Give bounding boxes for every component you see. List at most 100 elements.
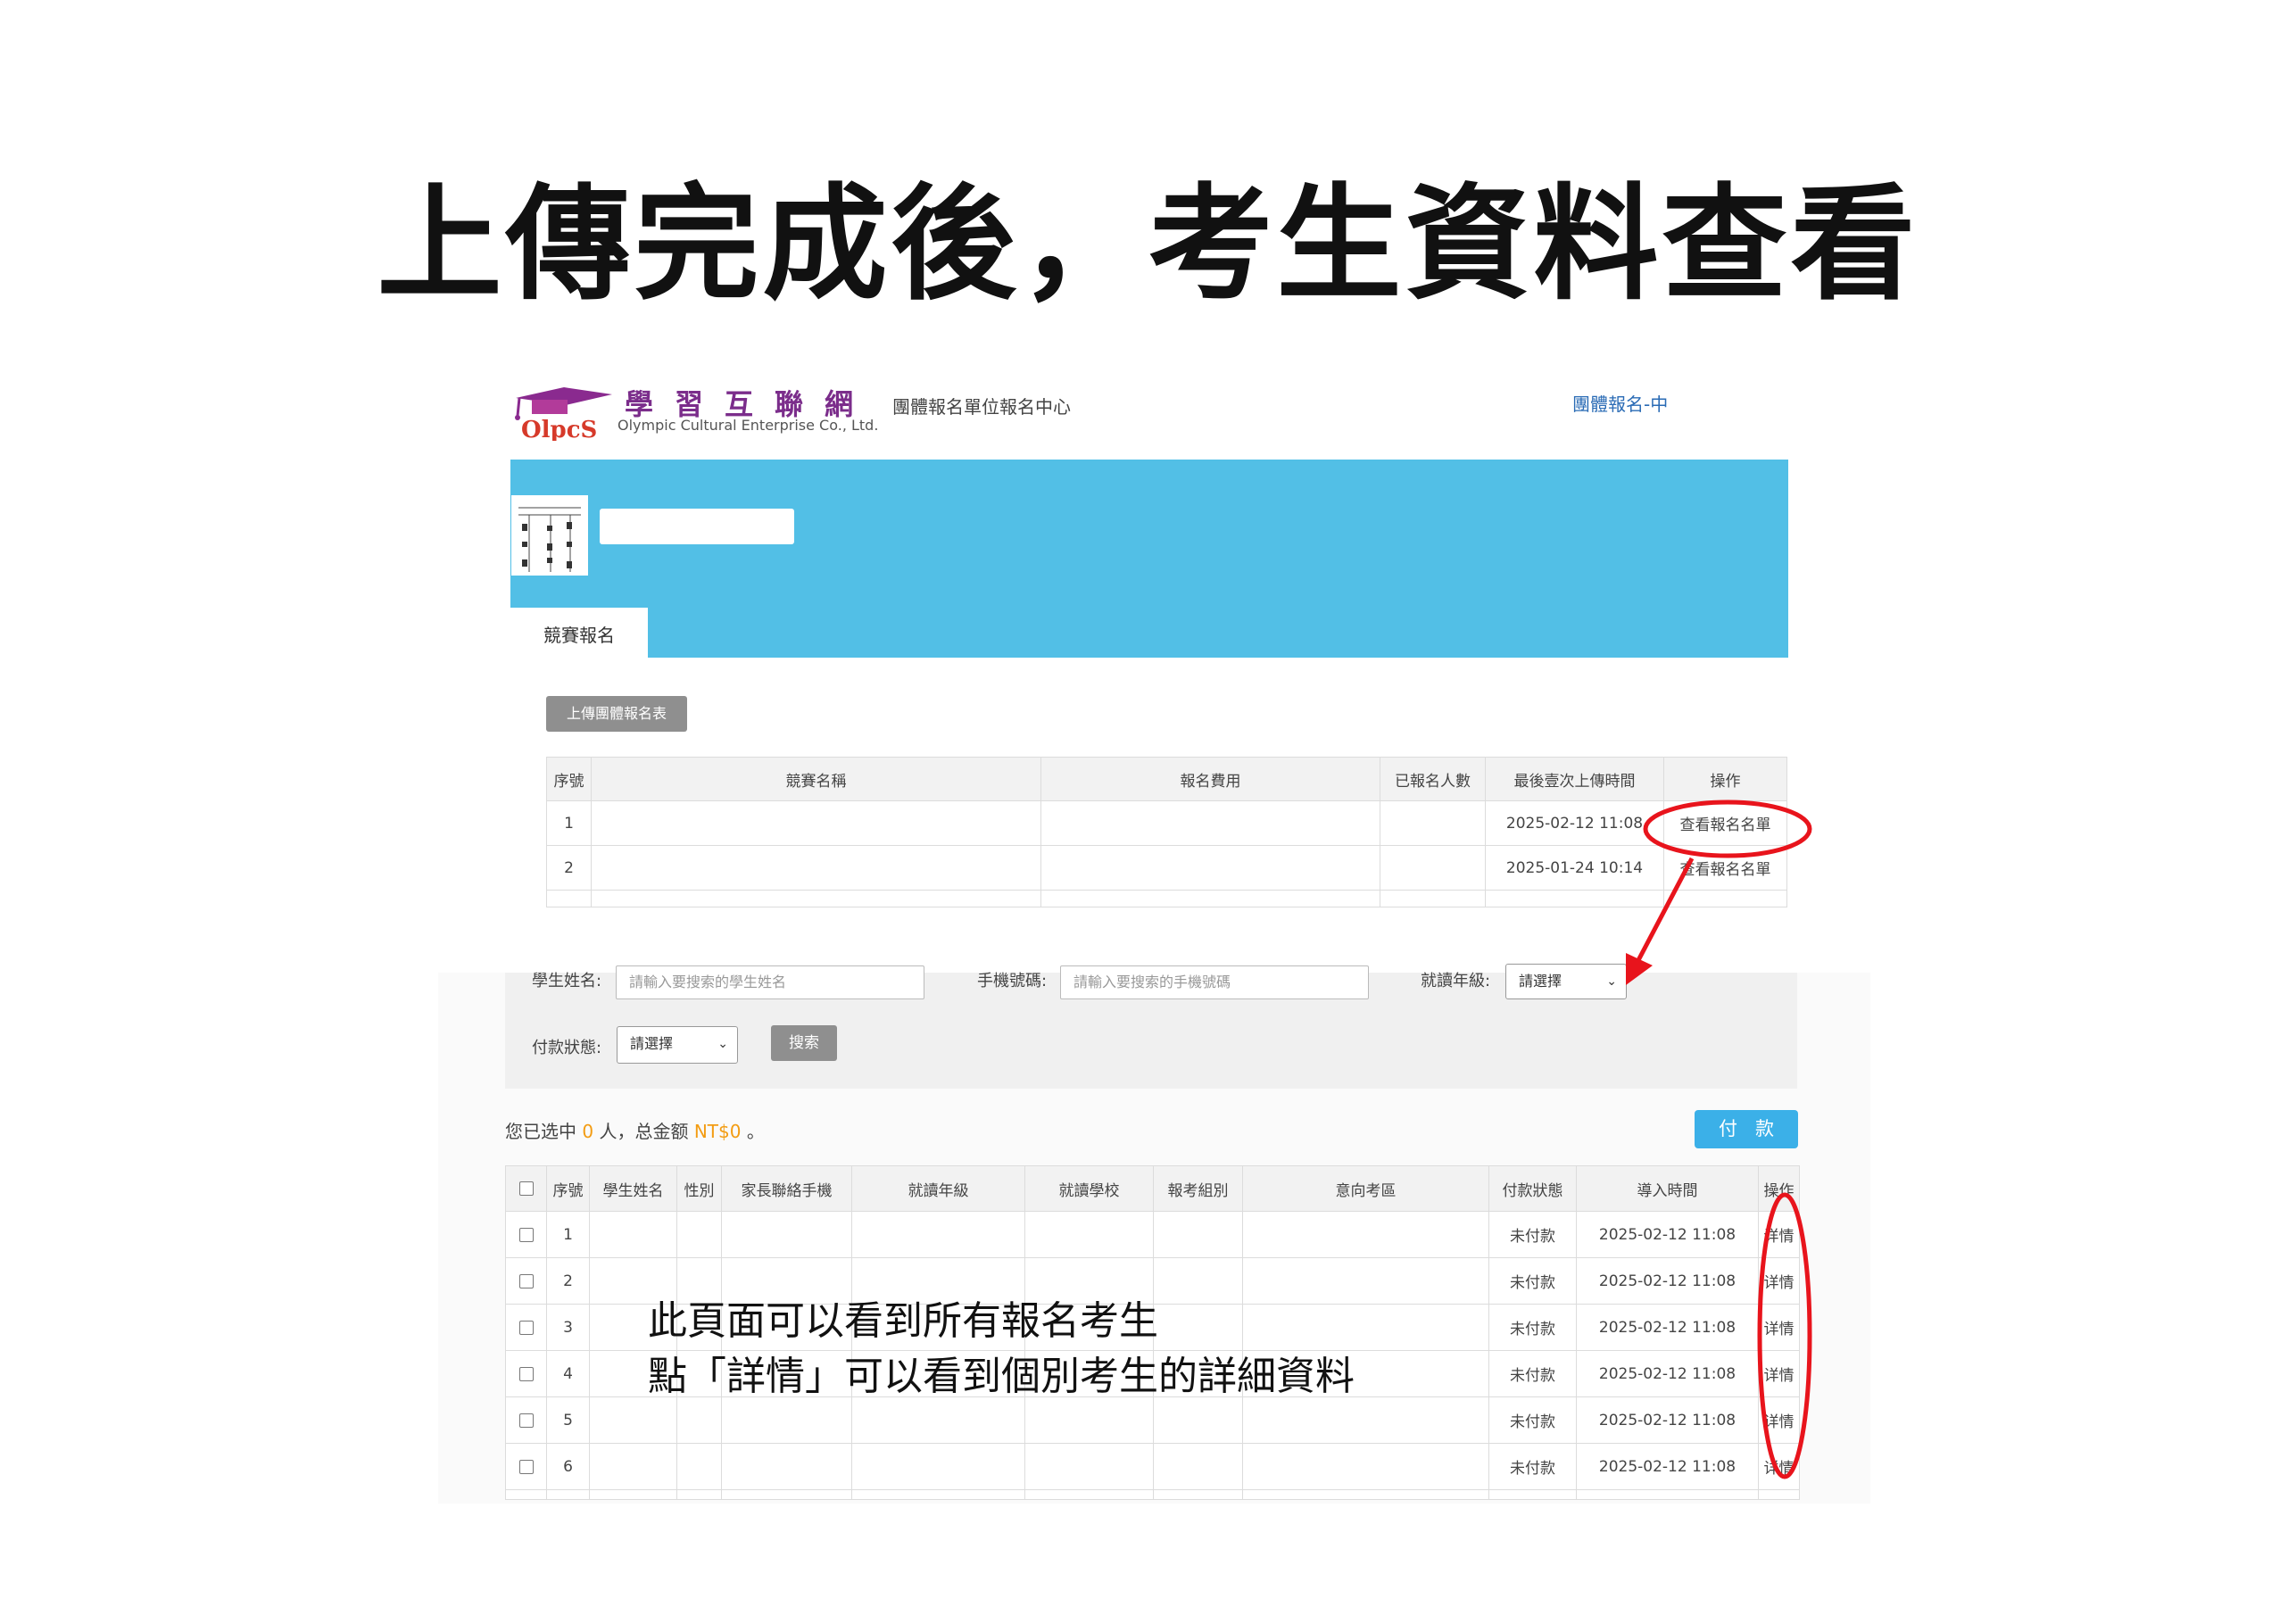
column-header: 操作 [1663, 757, 1787, 801]
import-time-cell: 2025-02-12 11:08 [1576, 1396, 1759, 1444]
student-name-input[interactable]: 請輸入要搜索的學生姓名 [616, 965, 924, 999]
grade-select-value: 請選擇 [1519, 973, 1562, 990]
profile-banner [510, 460, 1788, 658]
import-time-cell: 2025-02-12 11:08 [1576, 1350, 1759, 1397]
table-row-partial [505, 1489, 1800, 1500]
row-checkbox[interactable] [505, 1211, 547, 1258]
profile-thumbnail [511, 495, 588, 576]
column-header: 家長聯絡手機 [721, 1165, 852, 1212]
row-index: 1 [546, 800, 592, 846]
payment-status-cell: 未付款 [1488, 1396, 1577, 1444]
blank-cell [1242, 1443, 1489, 1490]
payment-status-cell: 未付款 [1488, 1304, 1577, 1351]
payment-status-cell: 未付款 [1488, 1211, 1577, 1258]
column-header: 導入時間 [1576, 1165, 1759, 1212]
grade-select[interactable]: 請選擇 ⌄ [1505, 964, 1627, 999]
checkbox-icon [518, 1181, 534, 1196]
column-header: 序號 [546, 1165, 590, 1212]
pay-button[interactable]: 付款 [1695, 1110, 1798, 1148]
blank-cell [851, 1443, 1025, 1490]
screenshot-crop-edge [500, 907, 1803, 934]
details-link[interactable]: 详情 [1758, 1257, 1800, 1305]
column-header: 學生姓名 [589, 1165, 677, 1212]
row-checkbox[interactable] [505, 1304, 547, 1351]
view-list-link[interactable]: 查看報名名單 [1663, 800, 1787, 846]
column-header: 報名費用 [1040, 757, 1380, 801]
column-header: 性別 [676, 1165, 722, 1212]
column-header: 付款狀態 [1488, 1165, 1577, 1212]
table-row: 6 未付款 2025-02-12 11:08 详情 [505, 1443, 1800, 1490]
select-all-checkbox[interactable] [505, 1165, 547, 1212]
account-link[interactable]: 團體報名-中 [1572, 390, 1668, 416]
row-index: 1 [546, 1211, 590, 1258]
phone-label: 手機號碼: [977, 972, 1048, 990]
profile-name-box [600, 509, 794, 544]
payment-status-cell: 未付款 [1488, 1443, 1577, 1490]
note-line-1: 此頁面可以看到所有報名考生 [648, 1298, 1158, 1344]
row-checkbox[interactable] [505, 1443, 547, 1490]
column-header: 最後壹次上傳時間 [1485, 757, 1664, 801]
row-checkbox[interactable] [505, 1396, 547, 1444]
last-upload-cell: 2025-01-24 10:14 [1485, 845, 1664, 891]
fee-cell [1040, 845, 1380, 891]
checkbox-icon [518, 1227, 534, 1242]
count-cell [1380, 845, 1486, 891]
details-link[interactable]: 详情 [1758, 1396, 1800, 1444]
details-link[interactable]: 详情 [1758, 1304, 1800, 1351]
portal-subtitle: 團體報名單位報名中心 [892, 396, 1071, 418]
blank-cell [1153, 1443, 1243, 1490]
screenshot-crop-edge [428, 1504, 1883, 1540]
row-index: 2 [546, 1257, 590, 1305]
payment-status-cell: 未付款 [1488, 1257, 1577, 1305]
import-time-cell: 2025-02-12 11:08 [1576, 1304, 1759, 1351]
import-time-cell: 2025-02-12 11:08 [1576, 1257, 1759, 1305]
blank-cell [1153, 1211, 1243, 1258]
blank-cell [589, 1443, 677, 1490]
logo-icon: OlpcS [515, 387, 612, 441]
checkbox-icon [518, 1459, 534, 1474]
search-button[interactable]: 搜索 [771, 1025, 837, 1061]
details-link[interactable]: 详情 [1758, 1211, 1800, 1258]
summary-suffix: 。 [746, 1121, 765, 1142]
checkbox-icon [518, 1273, 534, 1288]
blank-cell [676, 1211, 722, 1258]
row-index: 6 [546, 1443, 590, 1490]
row-index: 2 [546, 845, 592, 891]
student-name-label: 學生姓名: [532, 972, 602, 990]
fee-cell [1040, 800, 1380, 846]
logo-text: OlpcS [521, 417, 597, 441]
blank-cell [1024, 1211, 1154, 1258]
table-row: 1 2025-02-12 11:08 查看報名名單 [546, 800, 1787, 846]
payment-status-select[interactable]: 請選擇 ⌄ [617, 1026, 738, 1064]
blank-cell [1242, 1211, 1489, 1258]
slide-title: 上傳完成後，考生資料查看 [377, 172, 1919, 318]
competition-table: 序號 競賽名稱 報名費用 已報名人數 最後壹次上傳時間 操作 1 2025-02… [546, 757, 1787, 907]
table-header-row: 序號 競賽名稱 報名費用 已報名人數 最後壹次上傳時間 操作 [546, 757, 1787, 801]
table-header-row: 序號 學生姓名 性別 家長聯絡手機 就讀年級 就讀學校 報考組別 意向考區 付款… [505, 1165, 1800, 1212]
count-cell [1380, 800, 1486, 846]
row-checkbox[interactable] [505, 1350, 547, 1397]
row-index: 5 [546, 1396, 590, 1444]
column-header: 已報名人數 [1380, 757, 1486, 801]
blank-cell [851, 1211, 1025, 1258]
blank-cell [721, 1211, 852, 1258]
details-link[interactable]: 详情 [1758, 1443, 1800, 1490]
blank-cell [676, 1443, 722, 1490]
blank-cell [721, 1443, 852, 1490]
column-header: 就讀年級 [851, 1165, 1025, 1212]
payment-status-label: 付款狀態: [532, 1039, 602, 1057]
details-link[interactable]: 详情 [1758, 1350, 1800, 1397]
column-header: 競賽名稱 [591, 757, 1041, 801]
row-checkbox[interactable] [505, 1257, 547, 1305]
table-row: 1 未付款 2025-02-12 11:08 详情 [505, 1211, 1800, 1258]
tab-competition-registration[interactable]: 競賽報名 [510, 608, 648, 658]
column-header: 報考組別 [1153, 1165, 1243, 1212]
chevron-down-icon: ⌄ [717, 1037, 728, 1051]
view-list-link[interactable]: 查看報名名單 [1663, 845, 1787, 891]
import-time-cell: 2025-02-12 11:08 [1576, 1443, 1759, 1490]
checkbox-icon [518, 1366, 534, 1381]
checkbox-icon [518, 1413, 534, 1428]
upload-group-form-button[interactable]: 上傳團體報名表 [546, 696, 687, 732]
checkbox-icon [518, 1320, 534, 1335]
phone-input[interactable]: 請輸入要搜索的手機號碼 [1060, 965, 1369, 999]
